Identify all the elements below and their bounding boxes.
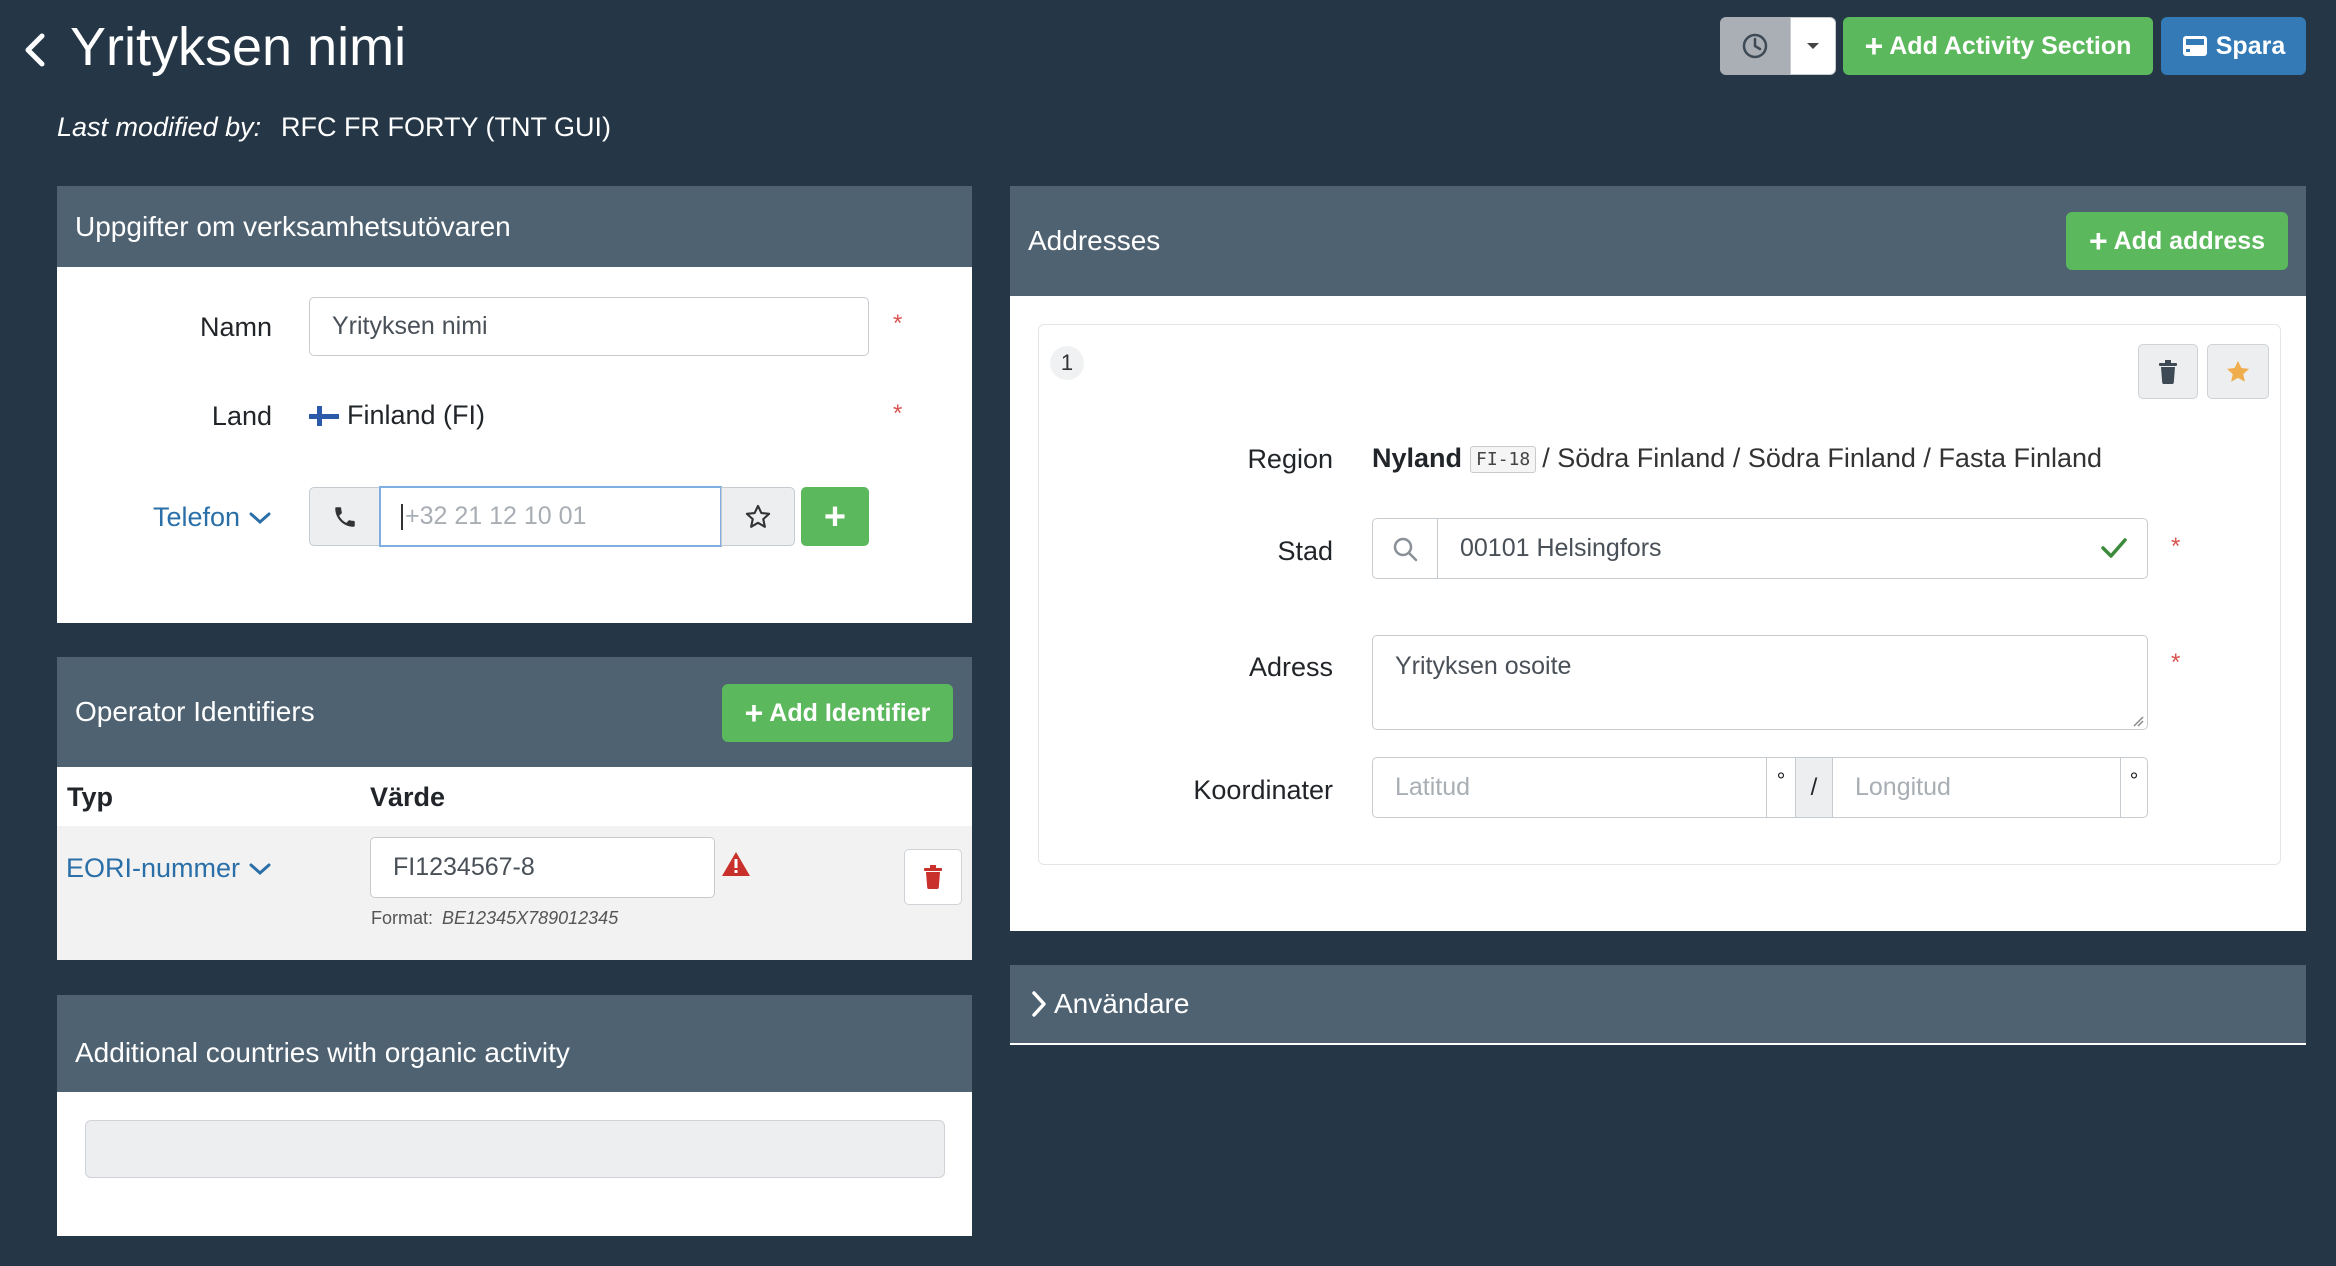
city-required-mark: * <box>2171 533 2181 560</box>
history-dropdown-toggle[interactable] <box>1790 17 1836 75</box>
region-path: / Södra Finland / Södra Finland / Fasta … <box>1542 443 2103 473</box>
country-required-mark: * <box>893 400 903 427</box>
warning-icon <box>721 850 751 883</box>
finland-flag-icon <box>309 405 339 426</box>
identifier-format-hint: Format: BE12345X789012345 <box>371 908 619 928</box>
city-label: Stad <box>1277 536 1333 566</box>
region-code: FI-18 <box>1470 446 1537 474</box>
phone-icon <box>334 506 355 527</box>
countries-panel-title: Additional countries with organic activi… <box>75 1036 570 1068</box>
phone-favorite-button[interactable] <box>721 487 795 546</box>
primary-address-button[interactable] <box>2207 344 2269 399</box>
star-outline-icon <box>745 504 771 528</box>
operator-panel-header: Uppgifter om verksamhetsutövaren <box>57 186 972 267</box>
chevron-down-icon <box>249 863 271 875</box>
chevron-down-icon <box>249 512 271 524</box>
addresses-panel-title: Addresses <box>1028 225 1161 256</box>
address-label: Adress <box>1248 652 1333 682</box>
delete-address-button[interactable] <box>2138 344 2198 399</box>
coordinate-separator: / <box>1795 757 1833 818</box>
last-modified-label: Last modified by: <box>57 112 262 142</box>
identifiers-panel-title: Operator Identifiers <box>75 696 315 727</box>
search-icon <box>1393 537 1418 561</box>
add-activity-section-button[interactable]: + Add Activity Section <box>1843 17 2153 75</box>
country-value: Finland (FI) <box>309 400 485 431</box>
plus-icon: + <box>744 695 764 731</box>
resize-handle-icon[interactable] <box>2132 714 2144 732</box>
page-title: Yrityksen nimi <box>70 17 407 77</box>
country-label: Land <box>211 401 272 431</box>
address-required-mark: * <box>2171 649 2181 676</box>
history-button[interactable] <box>1720 17 1790 75</box>
plus-icon: + <box>823 495 847 538</box>
save-icon <box>2182 36 2207 56</box>
operator-panel-title: Uppgifter om verksamhetsutövaren <box>75 210 511 242</box>
users-panel-header[interactable]: Användare <box>1010 965 2306 1045</box>
check-icon <box>2100 536 2128 565</box>
users-panel-title: Användare <box>1054 988 1190 1019</box>
address-textarea[interactable]: Yrityksen osoite <box>1372 635 2148 730</box>
name-label: Namn <box>199 312 272 342</box>
caret-down-icon <box>1807 43 1819 49</box>
star-icon <box>2226 360 2250 382</box>
save-button[interactable]: Spara <box>2161 17 2306 75</box>
countries-panel-header: Additional countries with organic activi… <box>57 995 972 1092</box>
longitude-input[interactable]: Longitud <box>1832 757 2121 818</box>
identifier-value-input[interactable]: FI1234567-8 <box>370 837 715 898</box>
coordinates-label: Koordinater <box>1193 775 1333 805</box>
add-address-button[interactable]: + Add address <box>2066 212 2288 270</box>
city-input[interactable]: 00101 Helsingfors <box>1437 518 2148 579</box>
latitude-input[interactable]: Latitud <box>1372 757 1767 818</box>
delete-identifier-button[interactable] <box>904 849 962 905</box>
add-identifier-button[interactable]: + Add Identifier <box>722 684 953 742</box>
longitude-degree-addon: ° <box>2120 757 2148 818</box>
city-search-addon <box>1372 518 1438 579</box>
phone-input[interactable]: +32 21 12 10 01 <box>379 486 722 547</box>
trash-icon <box>2159 359 2177 384</box>
region-label: Region <box>1247 444 1333 474</box>
last-modified-value: RFC FR FORTY (TNT GUI) <box>281 112 611 142</box>
phone-type-dropdown[interactable]: Telefon <box>153 502 272 533</box>
name-required-mark: * <box>893 310 903 337</box>
trash-icon <box>924 865 942 889</box>
back-icon[interactable] <box>18 28 52 72</box>
countries-select[interactable] <box>85 1120 945 1178</box>
region-name: Nyland <box>1372 443 1463 473</box>
identifier-type-dropdown[interactable]: EORI-nummer <box>66 853 272 884</box>
clock-icon <box>1742 33 1768 59</box>
chevron-right-icon <box>1032 991 1046 1017</box>
column-header-value: Värde <box>370 782 446 812</box>
address-number: 1 <box>1050 346 1084 380</box>
region-value: Nyland FI-18/ Södra Finland / Södra Finla… <box>1372 443 2102 474</box>
latitude-degree-addon: ° <box>1766 757 1796 818</box>
plus-icon: + <box>2088 223 2108 259</box>
column-header-type: Typ <box>67 782 113 812</box>
plus-icon: + <box>1864 28 1884 64</box>
phone-addon <box>309 487 380 546</box>
add-phone-button[interactable]: + <box>801 487 869 546</box>
name-input[interactable]: Yrityksen nimi <box>309 297 869 356</box>
